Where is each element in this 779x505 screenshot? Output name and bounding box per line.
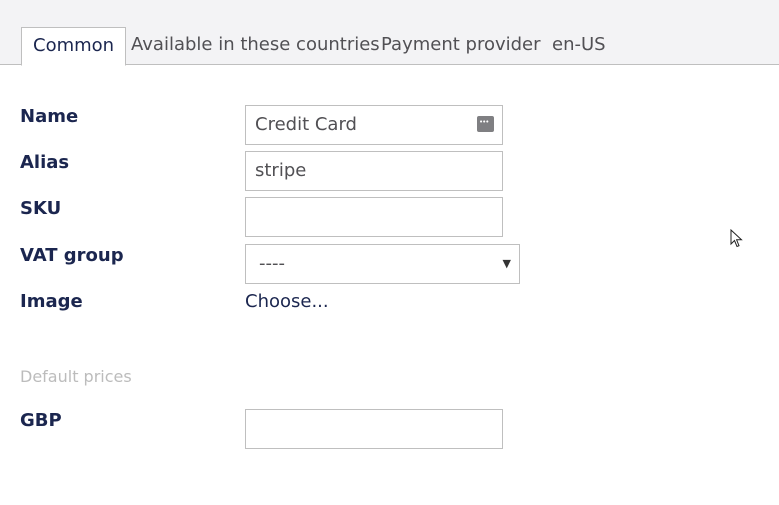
name-value: Credit Card (255, 114, 357, 135)
vat-group-selected: ---- (259, 253, 285, 274)
gbp-label: GBP (20, 410, 62, 431)
alias-field[interactable]: stripe (245, 151, 503, 191)
tab-payment-provider[interactable]: Payment provider (370, 27, 552, 65)
alias-value: stripe (255, 160, 307, 181)
mouse-pointer-icon (730, 229, 743, 248)
chevron-down-icon: ▼ (502, 257, 511, 270)
image-label: Image (20, 291, 83, 312)
tab-bar: Common Available in these countries Paym… (0, 0, 779, 66)
vat-group-select[interactable]: ---- ▼ (245, 244, 520, 284)
alias-label: Alias (20, 152, 70, 173)
vat-group-label: VAT group (20, 245, 124, 266)
default-prices-heading: Default prices (20, 367, 132, 386)
name-label: Name (20, 106, 79, 127)
gbp-price-field[interactable] (245, 409, 503, 449)
name-field[interactable]: Credit Card (245, 103, 503, 145)
tab-common[interactable]: Common (21, 27, 127, 66)
tab-available-countries[interactable]: Available in these countries (120, 27, 391, 65)
tab-en-us[interactable]: en-US (541, 27, 617, 65)
choose-image-link[interactable]: Choose... (245, 291, 329, 312)
sku-label: SKU (20, 198, 62, 219)
more-options-icon[interactable] (477, 103, 494, 141)
sku-field[interactable] (245, 197, 503, 237)
